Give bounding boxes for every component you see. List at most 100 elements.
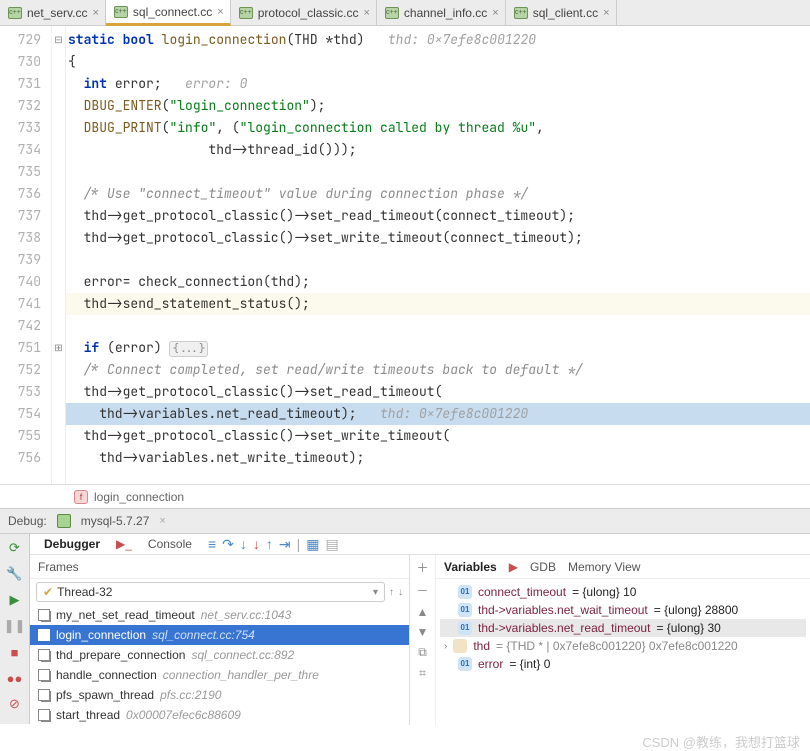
expand-icon[interactable]: ›: [444, 641, 447, 652]
tab-sql-client[interactable]: c++ sql_client.cc ×: [506, 0, 617, 25]
up-icon[interactable]: ▲: [417, 605, 429, 619]
stop-icon[interactable]: ■: [5, 642, 25, 662]
debugger-tab[interactable]: Debugger: [36, 534, 108, 554]
variables-pane: ＋ － ▲ ▼ ⧉ ⌗ Variables ▶ GDB Memory View: [410, 555, 810, 725]
close-icon[interactable]: ×: [159, 515, 165, 527]
var-type-icon: 01: [458, 621, 472, 635]
frame-item[interactable]: pfs_spawn_thread pfs.cc:2190: [30, 685, 409, 705]
add-watch-icon[interactable]: ＋: [416, 559, 428, 576]
debug-body: ⟳ 🔧 ▶ ❚❚ ■ ●● ⊘ Debugger ▶_ Console ≡ ↷ …: [0, 534, 810, 724]
debug-config-name[interactable]: mysql-5.7.27: [81, 514, 150, 528]
variables-tab[interactable]: Variables: [444, 560, 497, 574]
memory-view-tab[interactable]: Memory View: [568, 560, 640, 574]
step-into-icon[interactable]: ↓: [240, 536, 247, 553]
gdb-icon: ▶: [509, 560, 518, 574]
debug-panes: Frames ✔ Thread-32 ▾ ↑ ↓ my_net_set_read…: [30, 555, 810, 725]
tab-net-serv[interactable]: c++ net_serv.cc ×: [0, 0, 106, 25]
var-type-icon: 01: [458, 603, 472, 617]
variable-row[interactable]: 01connect_timeout = {ulong} 10: [440, 583, 806, 601]
tab-label: net_serv.cc: [27, 6, 87, 20]
run-config-icon: [57, 514, 71, 528]
cpp-file-icon: c++: [114, 6, 128, 18]
pause-icon[interactable]: ❚❚: [5, 616, 25, 636]
filter-icon[interactable]: ⌗: [419, 666, 426, 681]
cpp-file-icon: c++: [514, 7, 528, 19]
code-editor[interactable]: 7297307317327337347357367377387397407417…: [0, 26, 810, 484]
debug-main: Debugger ▶_ Console ≡ ↷ ↓ ↓ ↑ ⇥ | ▦ ▤ Fr…: [30, 534, 810, 724]
function-icon: f: [74, 490, 88, 504]
close-icon[interactable]: ×: [603, 7, 609, 19]
variable-row[interactable]: 01error = {int} 0: [440, 655, 806, 673]
chevron-down-icon: ▾: [373, 587, 378, 598]
copy-icon[interactable]: ⧉: [418, 645, 427, 660]
prev-frame-icon[interactable]: ↑: [389, 587, 394, 598]
tab-sql-connect[interactable]: c++ sql_connect.cc ×: [106, 0, 231, 26]
stack-frame-icon: [38, 609, 50, 621]
tab-protocol-classic[interactable]: c++ protocol_classic.cc ×: [231, 0, 377, 25]
check-icon: ✔: [43, 585, 53, 599]
folded-block[interactable]: {...}: [169, 341, 208, 357]
down-icon[interactable]: ▼: [417, 625, 429, 639]
frame-item[interactable]: login_connection sql_connect.cc:754: [30, 625, 409, 645]
stack-frame-icon: [38, 649, 50, 661]
layout-icon[interactable]: ▤: [325, 536, 338, 553]
stack-frame-icon: [38, 669, 50, 681]
fold-column: ⊟⊞: [52, 26, 66, 484]
show-execution-point-icon[interactable]: ≡: [208, 536, 216, 553]
breadcrumb-label[interactable]: login_connection: [94, 490, 184, 504]
console-icon: ▶_: [116, 537, 132, 551]
close-icon[interactable]: ×: [363, 7, 369, 19]
stack-frame-icon: [38, 709, 50, 721]
frame-item[interactable]: handle_connection connection_handler_per…: [30, 665, 409, 685]
variable-row[interactable]: 01thd->variables.net_read_timeout = {ulo…: [440, 619, 806, 637]
view-breakpoints-icon[interactable]: ●●: [5, 668, 25, 688]
variables-toolbar: ＋ － ▲ ▼ ⧉ ⌗: [410, 555, 436, 725]
rerun-icon[interactable]: ⟳: [5, 538, 25, 558]
frame-list: my_net_set_read_timeout net_serv.cc:1043…: [30, 605, 409, 725]
tab-label: protocol_classic.cc: [258, 6, 359, 20]
cpp-file-icon: c++: [239, 7, 253, 19]
variables-tabs: Variables ▶ GDB Memory View: [436, 555, 810, 579]
debug-title-bar: Debug: mysql-5.7.27 ×: [0, 508, 810, 534]
frames-header: Frames: [30, 555, 409, 579]
stack-frame-icon: [38, 689, 50, 701]
frame-item[interactable]: thd_prepare_connection sql_connect.cc:89…: [30, 645, 409, 665]
mute-breakpoints-icon[interactable]: ⊘: [5, 694, 25, 714]
debug-label: Debug:: [8, 514, 47, 528]
resume-icon[interactable]: ▶: [5, 590, 25, 610]
var-type-icon: 01: [458, 585, 472, 599]
evaluate-icon[interactable]: ▦: [306, 536, 319, 553]
tab-channel-info[interactable]: c++ channel_info.cc ×: [377, 0, 506, 25]
close-icon[interactable]: ×: [92, 7, 98, 19]
variables-main: Variables ▶ GDB Memory View 01connect_ti…: [436, 555, 810, 725]
watermark: CSDN @教练，我想打篮球: [642, 732, 800, 751]
step-over-icon[interactable]: ↷: [222, 536, 234, 553]
close-icon[interactable]: ×: [217, 6, 223, 18]
variable-row[interactable]: 01thd->variables.net_wait_timeout = {ulo…: [440, 601, 806, 619]
run-to-cursor-icon[interactable]: ⇥: [279, 536, 291, 553]
breadcrumb: f login_connection: [0, 484, 810, 508]
tab-label: channel_info.cc: [404, 6, 487, 20]
frames-pane: Frames ✔ Thread-32 ▾ ↑ ↓ my_net_set_read…: [30, 555, 410, 725]
tab-label: sql_client.cc: [533, 6, 598, 20]
settings-icon[interactable]: 🔧: [5, 564, 25, 584]
fold-toggle-icon[interactable]: ⊞: [52, 337, 65, 359]
gdb-tab[interactable]: GDB: [530, 560, 556, 574]
force-step-into-icon[interactable]: ↓: [253, 536, 260, 553]
fold-toggle-icon[interactable]: ⊟: [52, 29, 65, 51]
frame-item[interactable]: my_net_set_read_timeout net_serv.cc:1043: [30, 605, 409, 625]
var-type-icon: 01: [458, 657, 472, 671]
variable-row[interactable]: ›thd = {THD * | 0x7efe8c001220} 0x7efe8c…: [440, 637, 806, 655]
cpp-file-icon: c++: [385, 7, 399, 19]
editor-tabs: c++ net_serv.cc × c++ sql_connect.cc × c…: [0, 0, 810, 26]
debug-tool-column: ⟳ 🔧 ▶ ❚❚ ■ ●● ⊘: [0, 534, 30, 724]
variables-list: 01connect_timeout = {ulong} 10 01thd->va…: [436, 579, 810, 677]
thread-dropdown[interactable]: ✔ Thread-32 ▾: [36, 582, 385, 602]
code-area[interactable]: static bool login_connection(THD *thd) t…: [66, 26, 810, 484]
frame-item[interactable]: start_thread 0x00007efec6c88609: [30, 705, 409, 725]
step-out-icon[interactable]: ↑: [266, 536, 273, 553]
next-frame-icon[interactable]: ↓: [398, 587, 403, 598]
remove-watch-icon[interactable]: －: [416, 582, 428, 599]
close-icon[interactable]: ×: [492, 7, 498, 19]
console-tab[interactable]: Console: [140, 534, 200, 554]
